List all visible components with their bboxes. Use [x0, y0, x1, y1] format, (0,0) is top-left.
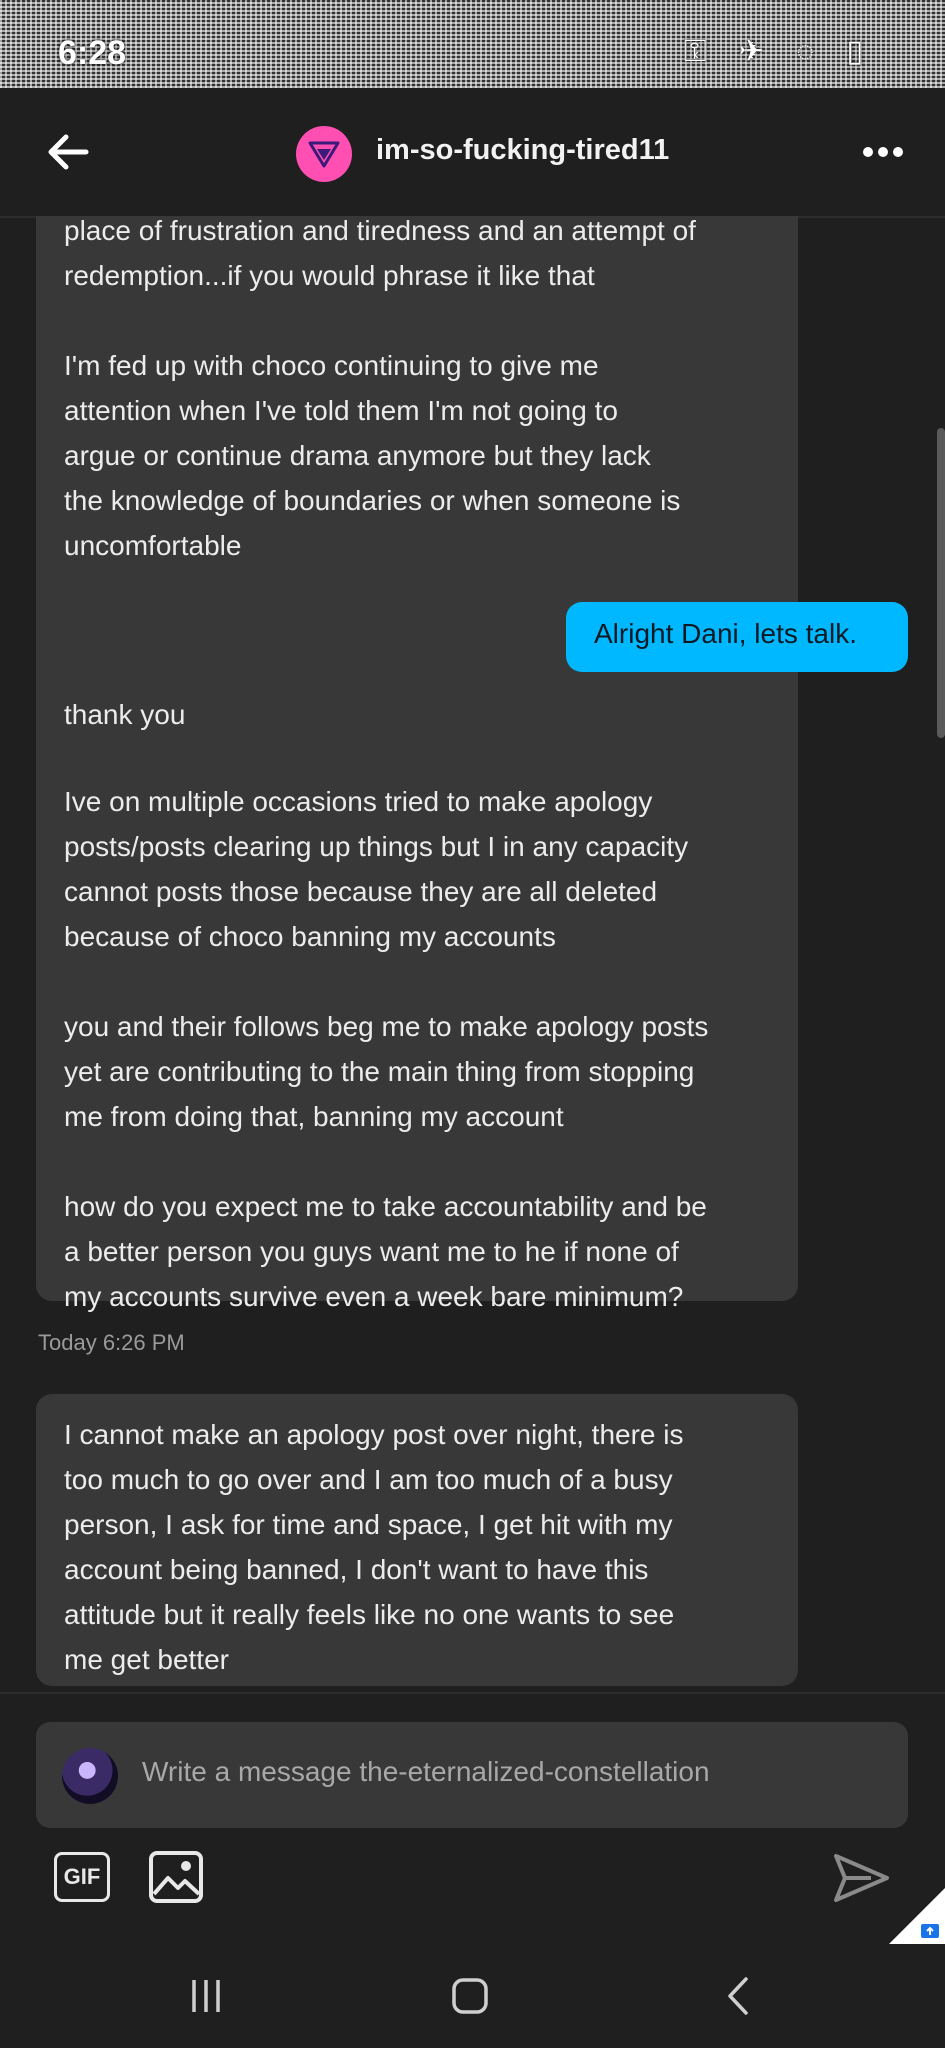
message-list[interactable]: place of frustration and tiredness and a…: [0, 216, 945, 1692]
corner-shortcut-badge[interactable]: [889, 1888, 945, 1944]
message-timestamp: Today 6:26 PM: [38, 1330, 185, 1355]
system-navigation-bar: [0, 1944, 945, 2048]
scrollbar[interactable]: [937, 428, 945, 738]
send-button[interactable]: [831, 1848, 891, 1908]
message-bubble-received: I cannot make an apology post over night…: [36, 1394, 798, 1686]
arrow-left-icon: [48, 134, 89, 170]
blog-avatar[interactable]: [296, 126, 352, 182]
recents-button[interactable]: [186, 1974, 226, 2018]
recents-icon: [192, 1980, 220, 2012]
chevron-left-icon: [728, 1977, 748, 2015]
status-time: 6:28: [58, 34, 127, 72]
home-icon: [452, 1978, 488, 2014]
message-bubble-sent: Alright Dani, lets talk.: [566, 602, 908, 672]
divider: [0, 1692, 945, 1694]
image-button[interactable]: [148, 1850, 204, 1904]
conversation-header: im-so-fucking-tired11: [0, 88, 945, 218]
more-dots-icon: [863, 147, 903, 157]
message-bubble-received: Ive on multiple occasions tried to make …: [36, 761, 798, 1312]
more-options-button[interactable]: [855, 130, 911, 174]
folder-shortcut-icon: [889, 1888, 945, 1944]
home-button[interactable]: [450, 1976, 490, 2016]
status-icons: ⚿ ✈ ◌ ▯: [683, 35, 875, 68]
gif-button[interactable]: GIF: [54, 1852, 110, 1902]
blog-name[interactable]: im-so-fucking-tired11: [376, 134, 669, 167]
message-composer[interactable]: Write a message the-eternalized-constell…: [36, 1722, 908, 1828]
message-input[interactable]: Write a message the-eternalized-constell…: [142, 1756, 710, 1788]
send-icon: [834, 1854, 889, 1902]
image-icon: [149, 1851, 203, 1903]
my-avatar: [62, 1748, 118, 1804]
system-back-button[interactable]: [718, 1974, 758, 2018]
status-bar: 6:28 ⚿ ✈ ◌ ▯: [0, 0, 945, 88]
triangle-logo-icon: [308, 141, 340, 168]
composer-tools: GIF: [0, 1840, 945, 1930]
message-bubble-received: thank you: [36, 681, 226, 751]
back-button[interactable]: [40, 124, 96, 180]
